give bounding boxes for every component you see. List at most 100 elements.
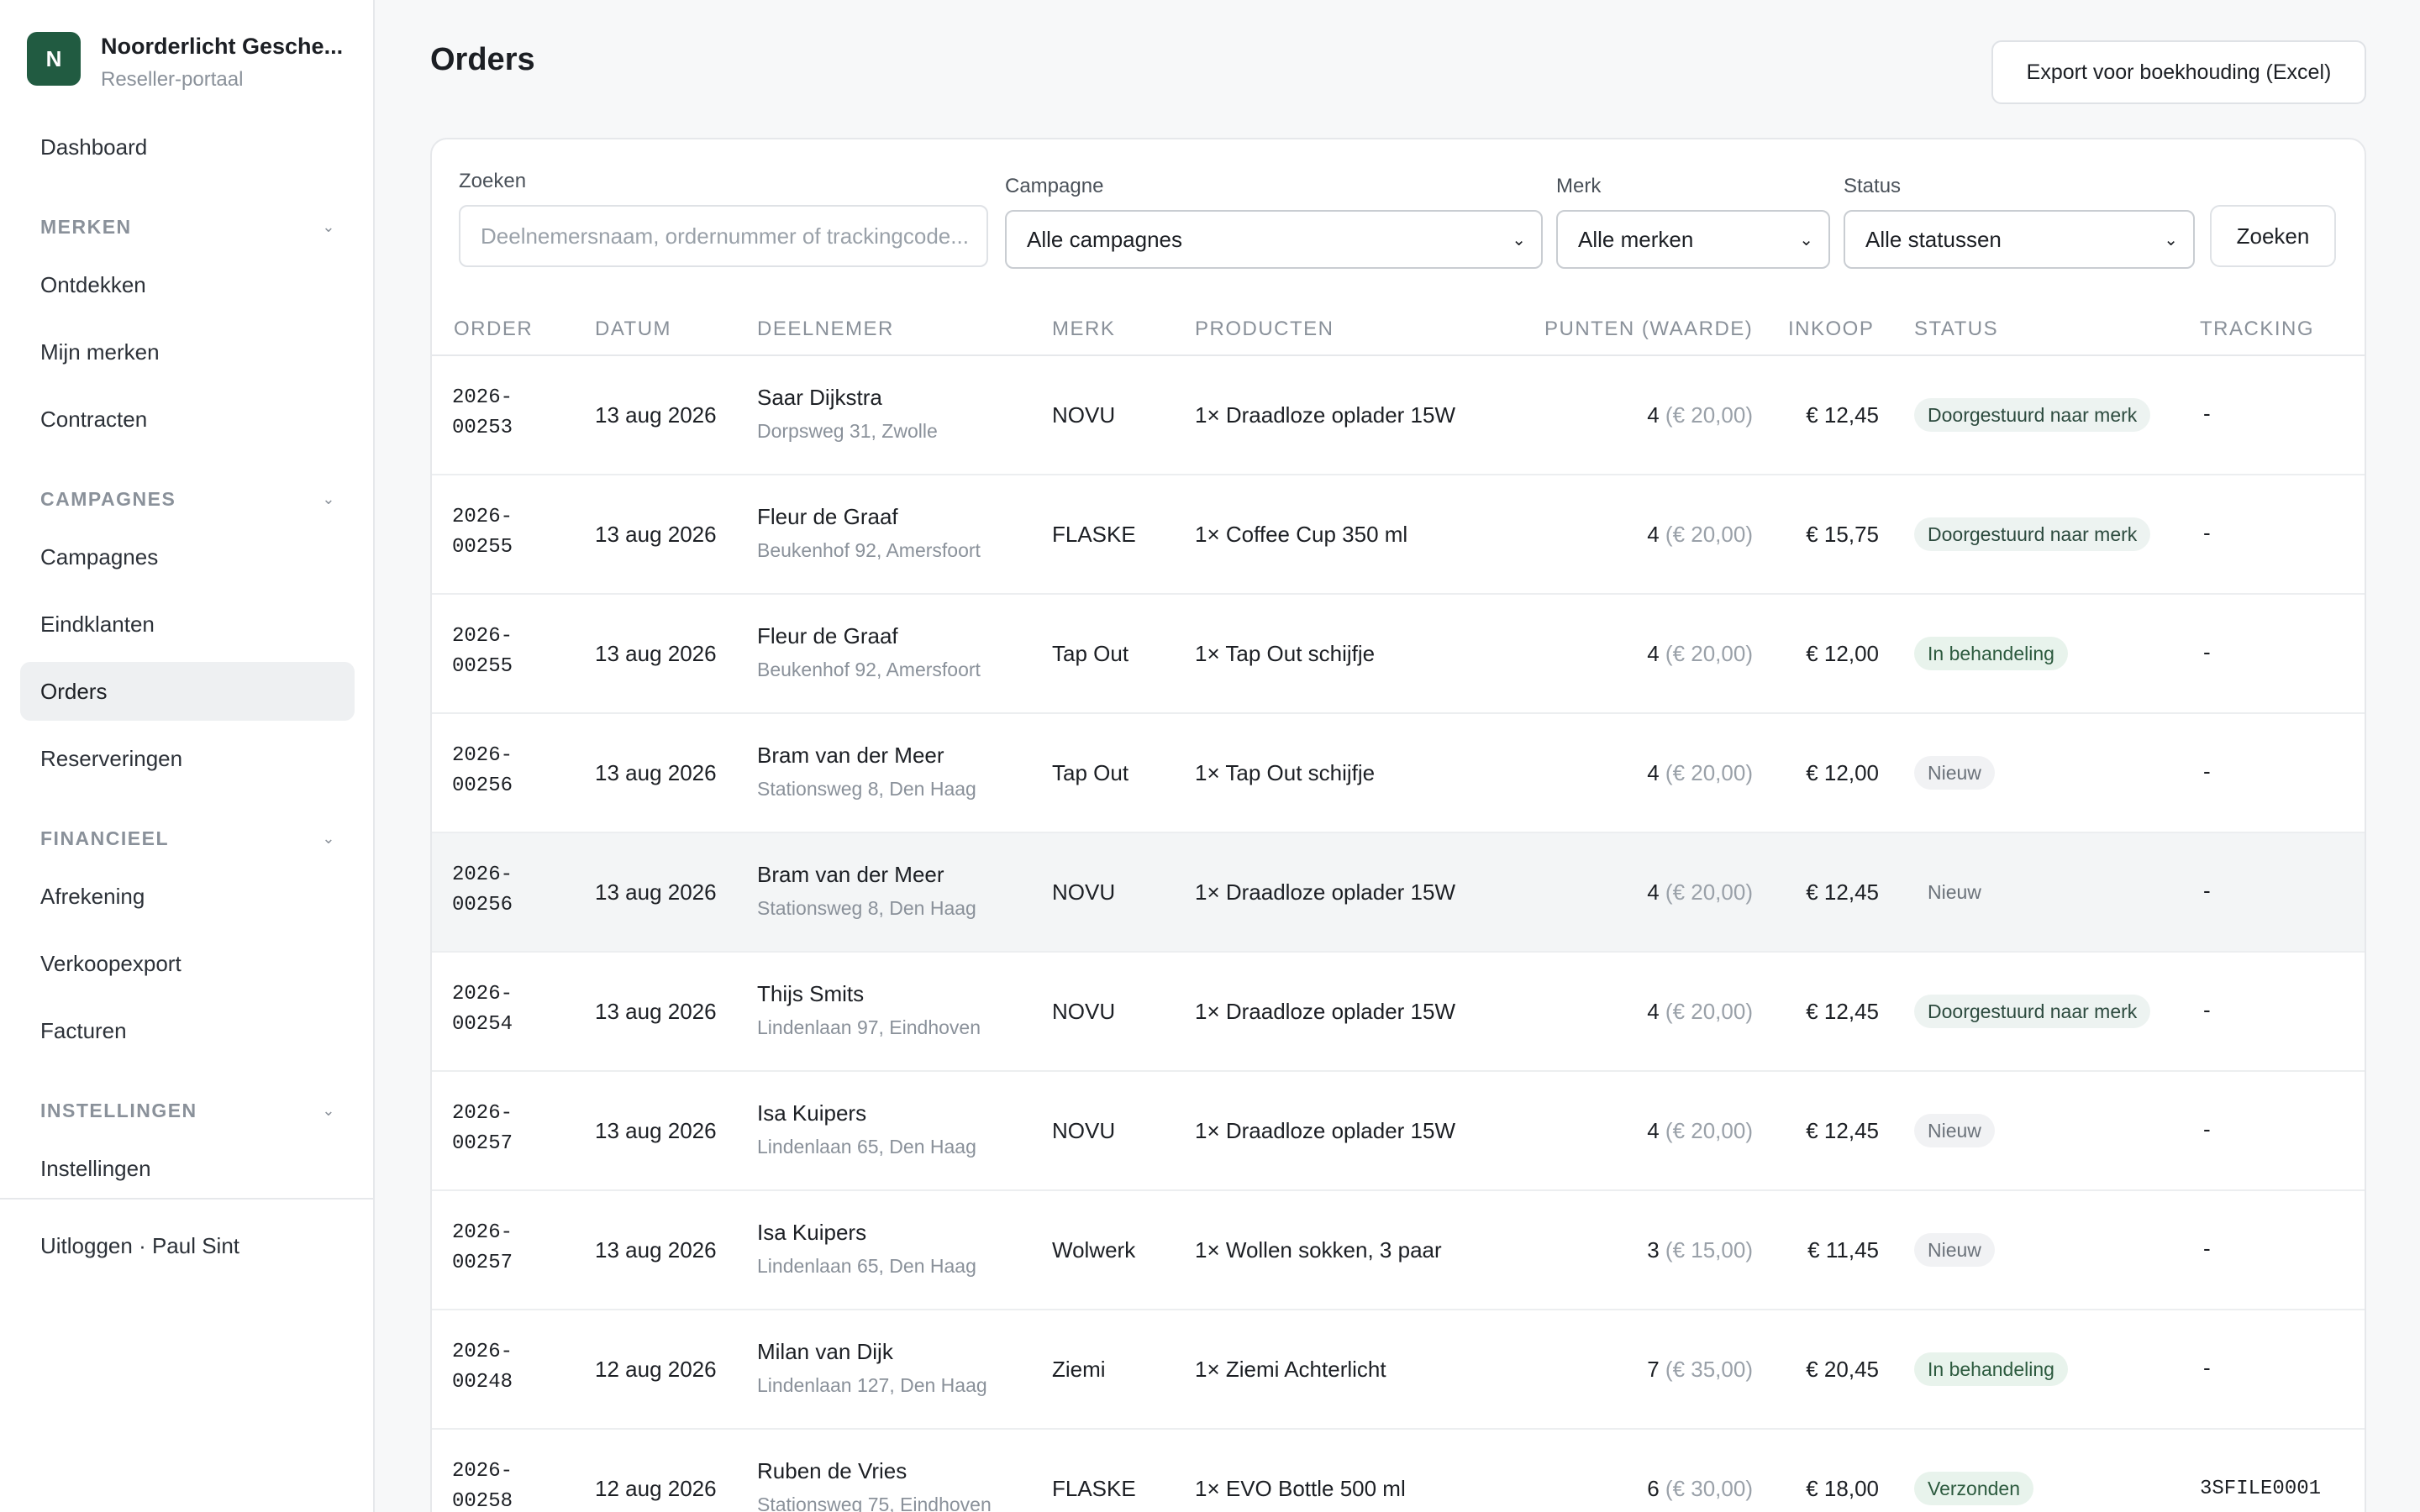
order-brand: NOVU <box>1052 879 1116 905</box>
order-number-suffix: 00257 <box>452 1132 513 1155</box>
tracking-code: - <box>2203 997 2211 1022</box>
sidebar-item-mijn-merken[interactable]: Mijn merken <box>20 323 355 381</box>
order-brand: Wolwerk <box>1052 1237 1136 1263</box>
nav-section-instellingen[interactable]: INSTELLINGEN ⌄ <box>40 1094 336 1127</box>
table-row[interactable]: 2026- 00254 13 aug 2026 Thijs Smits Lindenla… <box>432 953 2365 1072</box>
order-brand: NOVU <box>1052 999 1116 1024</box>
sidebar-item-reserveringen[interactable]: Reserveringen <box>20 729 355 788</box>
sidebar-item-eindklanten[interactable]: Eindklanten <box>20 595 355 654</box>
column-header-inkoop[interactable]: INKOOP <box>1788 318 1874 341</box>
order-number[interactable]: 2026- 00257 <box>452 1218 513 1278</box>
order-number[interactable]: 2026- 00253 <box>452 383 513 444</box>
column-header-merk[interactable]: MERK <box>1052 318 1115 341</box>
order-points: 4 (€ 20,00) <box>1647 402 1753 428</box>
sidebar-item-verkoopexport[interactable]: Verkoopexport <box>20 934 355 993</box>
column-header-producten[interactable]: PRODUCTEN <box>1195 318 1334 341</box>
sidebar-item-dashboard[interactable]: Dashboard <box>20 118 355 176</box>
sidebar-item-campagnes[interactable]: Campagnes <box>20 528 355 586</box>
table-row[interactable]: 2026- 00256 13 aug 2026 Bram van der Meer St… <box>432 833 2365 953</box>
tracking-code: - <box>2203 1355 2211 1380</box>
points-money-value: (€ 20,00) <box>1665 999 1753 1024</box>
brand-select[interactable]: Alle merken ⌄ <box>1556 210 1830 269</box>
order-products: 1× Draadloze oplader 15W <box>1195 402 1456 428</box>
table-row[interactable]: 2026- 00256 13 aug 2026 Bram van der Meer St… <box>432 714 2365 833</box>
column-header-status[interactable]: STATUS <box>1914 318 1998 341</box>
nav-section-title: FINANCIEEL <box>40 827 169 849</box>
order-number-prefix: 2026- <box>452 1341 513 1363</box>
order-cost: € 12,45 <box>1806 999 1879 1024</box>
search-button[interactable]: Zoeken <box>2210 205 2336 267</box>
order-cost: € 12,45 <box>1806 879 1879 905</box>
sidebar-item-facturen[interactable]: Facturen <box>20 1001 355 1060</box>
order-cost: € 12,00 <box>1806 641 1879 666</box>
logout-link[interactable]: Uitloggen · Paul Sint <box>40 1233 239 1259</box>
sidebar-item-afrekening[interactable]: Afrekening <box>20 867 355 926</box>
column-header-datum[interactable]: DATUM <box>595 318 671 341</box>
table-row[interactable]: 2026- 00253 13 aug 2026 Saar Dijkstra Dorpsw… <box>432 356 2365 475</box>
tracking-code: - <box>2203 639 2211 664</box>
order-number[interactable]: 2026- 00258 <box>452 1457 513 1512</box>
order-date: 13 aug 2026 <box>595 522 717 547</box>
sidebar-item-ontdekken[interactable]: Ontdekken <box>20 255 355 314</box>
table-row[interactable]: 2026- 00248 12 aug 2026 Milan van Dijk Linde… <box>432 1310 2365 1430</box>
chevron-down-icon: ⌄ <box>322 218 336 235</box>
order-points: 4 (€ 20,00) <box>1647 999 1753 1025</box>
tracking-code: - <box>2203 401 2211 426</box>
status-badge: Nieuw <box>1914 1233 1995 1267</box>
participant-name: Bram van der Meer <box>757 743 944 768</box>
table-row[interactable]: 2026- 00255 13 aug 2026 Fleur de Graaf Beuke… <box>432 595 2365 714</box>
nav-section-merken[interactable]: MERKEN ⌄ <box>40 210 336 244</box>
nav-section-campagnes[interactable]: CAMPAGNES ⌄ <box>40 482 336 516</box>
export-excel-button[interactable]: Export voor boekhouding (Excel) <box>1991 40 2366 104</box>
brand[interactable]: N Noorderlicht Gesche... Reseller-portaa… <box>27 32 353 92</box>
order-number[interactable]: 2026- 00248 <box>452 1337 513 1398</box>
sidebar-item-orders[interactable]: Orders <box>20 662 355 721</box>
sidebar-item-instellingen[interactable]: Instellingen <box>20 1139 355 1198</box>
status-badge: Nieuw <box>1914 756 1995 790</box>
column-header-deelnemer[interactable]: DEELNEMER <box>757 318 894 341</box>
order-number[interactable]: 2026- 00255 <box>452 622 513 682</box>
order-number[interactable]: 2026- 00254 <box>452 979 513 1040</box>
search-input[interactable]: Deelnemersnaam, ordernummer of trackingc… <box>459 205 988 267</box>
order-date: 13 aug 2026 <box>595 999 717 1024</box>
order-number-prefix: 2026- <box>452 1221 513 1244</box>
column-header-tracking[interactable]: TRACKING <box>2200 318 2314 341</box>
campaign-select[interactable]: Alle campagnes ⌄ <box>1005 210 1543 269</box>
tracking-code[interactable]: 3SFILE0001 <box>2200 1474 2321 1504</box>
nav-section-financieel[interactable]: FINANCIEEL ⌄ <box>40 822 336 855</box>
order-number-suffix: 00256 <box>452 774 513 797</box>
table-row[interactable]: 2026- 00257 13 aug 2026 Isa Kuipers Lindenla… <box>432 1191 2365 1310</box>
order-number-suffix: 00256 <box>452 894 513 916</box>
chevron-down-icon: ⌄ <box>322 490 336 507</box>
points-value: 4 <box>1647 1118 1660 1143</box>
table-row[interactable]: 2026- 00257 13 aug 2026 Isa Kuipers Lindenla… <box>432 1072 2365 1191</box>
campaign-select-value: Alle campagnes <box>1027 226 1182 252</box>
points-value: 4 <box>1647 522 1660 547</box>
order-number-prefix: 2026- <box>452 983 513 1005</box>
tracking-code: - <box>2203 1236 2211 1261</box>
order-date: 13 aug 2026 <box>595 879 717 905</box>
order-number[interactable]: 2026- 00255 <box>452 502 513 563</box>
order-cost: € 12,00 <box>1806 760 1879 785</box>
order-number[interactable]: 2026- 00257 <box>452 1099 513 1159</box>
status-select[interactable]: Alle statussen ⌄ <box>1844 210 2195 269</box>
participant-name: Isa Kuipers <box>757 1100 867 1126</box>
status-label: Status <box>1844 175 1902 197</box>
order-date: 12 aug 2026 <box>595 1357 717 1382</box>
brand-name: Noorderlicht Gesche... <box>101 34 344 59</box>
column-header-order[interactable]: ORDER <box>454 318 533 341</box>
order-number[interactable]: 2026- 00256 <box>452 741 513 801</box>
sidebar-item-contracten[interactable]: Contracten <box>20 390 355 449</box>
order-brand: FLASKE <box>1052 522 1136 547</box>
points-value: 4 <box>1647 641 1660 666</box>
status-badge: Verzonden <box>1914 1472 2033 1505</box>
order-number-suffix: 00253 <box>452 417 513 439</box>
points-value: 7 <box>1647 1357 1660 1382</box>
table-row[interactable]: 2026- 00255 13 aug 2026 Fleur de Graaf Beuke… <box>432 475 2365 595</box>
table-row[interactable]: 2026- 00258 12 aug 2026 Ruben de Vries Stati… <box>432 1430 2365 1512</box>
order-number[interactable]: 2026- 00256 <box>452 860 513 921</box>
chevron-down-icon: ⌄ <box>1512 230 1526 249</box>
chevron-down-icon: ⌄ <box>1799 230 1813 249</box>
points-money-value: (€ 20,00) <box>1665 879 1753 905</box>
column-header-punten[interactable]: PUNTEN (WAARDE) <box>1544 318 1753 341</box>
